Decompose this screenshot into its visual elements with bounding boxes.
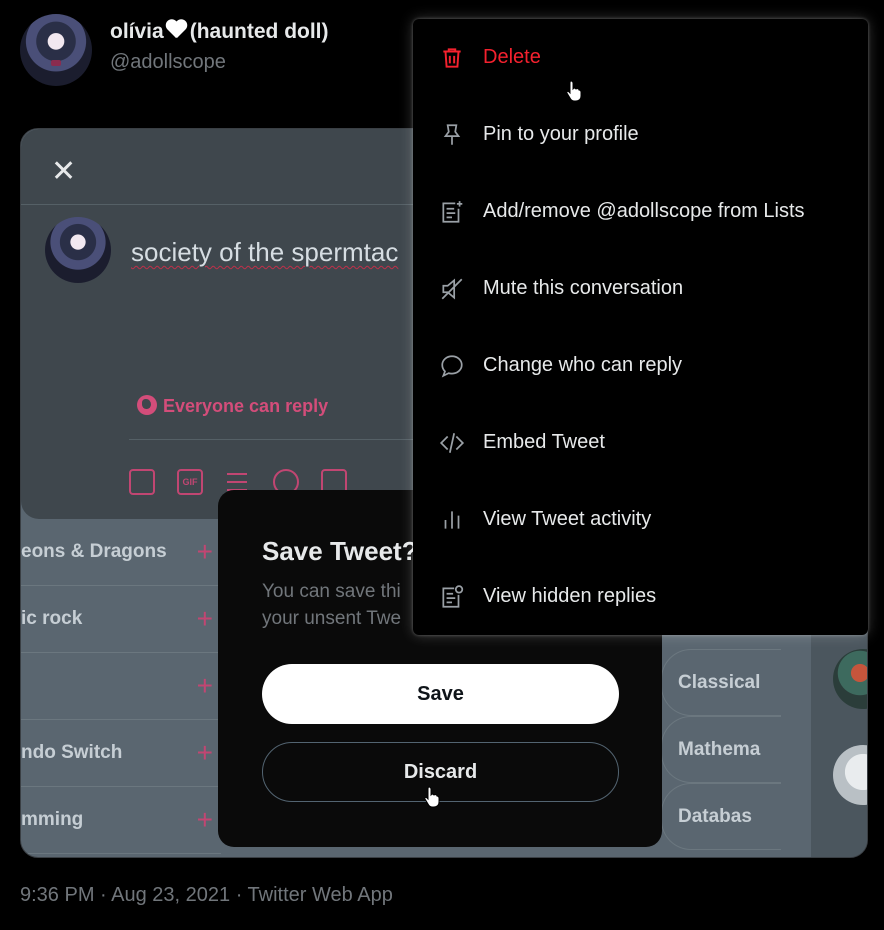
plus-icon: + xyxy=(196,804,213,835)
save-button: Save xyxy=(262,664,619,724)
menu-item-delete[interactable]: Delete xyxy=(413,19,868,96)
author-handle[interactable]: @adollscope xyxy=(110,51,226,74)
author-avatar[interactable] xyxy=(20,14,92,86)
menu-item-mute[interactable]: Mute this conversation xyxy=(413,250,868,327)
author-name[interactable]: olívia (haunted doll) xyxy=(110,20,329,44)
plus-icon: + xyxy=(196,737,213,768)
white-heart-icon xyxy=(165,20,187,40)
tweet-timestamp[interactable]: 9:36 PM · Aug 23, 2021 · Twitter Web App xyxy=(20,884,393,907)
list-item: ndo Switch + xyxy=(21,720,221,787)
plus-icon: + xyxy=(196,603,213,634)
activity-icon xyxy=(438,506,466,534)
list-item: Classical xyxy=(661,649,781,716)
topics-list-right: Classical Mathema Databas xyxy=(661,649,781,850)
menu-item-embed[interactable]: Embed Tweet xyxy=(413,404,868,481)
dialog-description: You can save thi your unsent Twe xyxy=(262,581,402,629)
menu-item-pin[interactable]: Pin to your profile xyxy=(413,96,868,173)
pin-icon xyxy=(438,121,466,149)
hidden-replies-icon xyxy=(438,583,466,611)
plus-icon: + xyxy=(196,670,213,701)
hand-cursor-icon xyxy=(424,786,440,808)
hand-cursor-icon xyxy=(566,80,582,102)
menu-item-lists[interactable]: Add/remove @adollscope from Lists xyxy=(413,173,868,250)
code-icon xyxy=(438,429,466,457)
reply-bubble-icon xyxy=(438,352,466,380)
tweet-context-menu: Delete Pin to your profile Add/remove @a… xyxy=(413,19,868,635)
compose-avatar xyxy=(45,217,111,283)
reply-setting: Everyone can reply xyxy=(137,395,328,417)
menu-item-hidden-replies[interactable]: View hidden replies xyxy=(413,558,868,635)
list-item: Databas xyxy=(661,783,781,850)
mute-icon xyxy=(438,275,466,303)
globe-icon xyxy=(137,395,157,415)
dialog-title: Save Tweet? xyxy=(262,536,418,566)
image-icon xyxy=(129,469,155,495)
list-item: eons & Dragons + xyxy=(21,519,221,586)
close-icon: ✕ xyxy=(51,155,77,188)
topics-list-left: eons & Dragons + ic rock + + ndo Switch + m… xyxy=(21,519,221,854)
discard-button: Discard xyxy=(262,742,619,802)
list-item: ic rock + xyxy=(21,586,221,653)
list-add-icon xyxy=(438,198,466,226)
menu-item-change-reply[interactable]: Change who can reply xyxy=(413,327,868,404)
compose-text: society of the spermtac xyxy=(131,237,399,267)
trash-icon xyxy=(438,44,466,72)
list-item: + xyxy=(21,653,221,720)
list-item: mming + xyxy=(21,787,221,854)
menu-item-activity[interactable]: View Tweet activity xyxy=(413,481,868,558)
plus-icon: + xyxy=(196,536,213,567)
gif-icon: GIF xyxy=(177,469,203,495)
list-item: Mathema xyxy=(661,716,781,783)
